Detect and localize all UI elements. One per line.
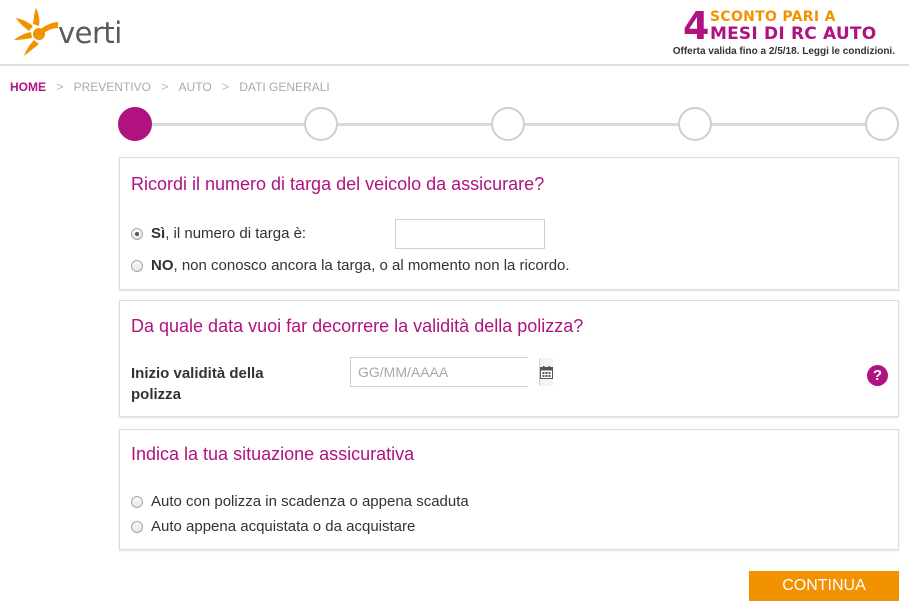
calendar-icon [540,365,553,379]
promo-note: Offerta valida fino a 2/5/18. Leggi le c… [672,46,895,57]
plate-panel: Ricordi il numero di targa del veicolo d… [119,157,899,290]
insurance-option-expiring-label: Auto con polizza in scadenza o appena sc… [151,493,469,510]
continue-button[interactable]: CONTINUA [749,571,899,601]
start-date-label: Inizio validità della polizza [131,365,264,403]
step-connector [152,123,304,126]
breadcrumb-separator: > [221,79,230,94]
logo-text: verti [58,16,122,50]
breadcrumb-dati-generali: DATI GENERALI [239,79,330,94]
verti-logo[interactable]: verti [12,4,122,60]
insurance-panel: Indica la tua situazione assicurativa Au… [119,429,899,550]
radio-expiring[interactable] [131,495,143,508]
option-no-label: NO, non conosco ancora la targa, o al mo… [151,257,570,274]
promo-line1: SCONTO PARI A [710,9,836,25]
promo-banner[interactable]: 4 SCONTO PARI A MESI DI RC AUTO Offerta … [665,4,895,60]
step-1 [118,107,152,141]
calendar-button[interactable] [539,358,553,386]
date-question-title: Da quale data vuoi far decorrere la vali… [131,316,584,336]
breadcrumb-separator: > [56,79,64,94]
plate-number-input[interactable] [395,219,545,249]
option-no-text: , non conosco ancora la targa, o al mome… [173,257,570,274]
radio-yes[interactable] [131,227,143,240]
progress-stepper [118,106,900,142]
option-yes-text: , il numero di targa è: [165,225,307,242]
step-connector [337,123,491,126]
step-4 [678,107,712,141]
step-connector [711,123,865,126]
step-5 [865,107,899,141]
promo-number: 4 [683,4,710,48]
radio-new[interactable] [131,520,143,533]
breadcrumb-preventivo: PREVENTIVO [73,79,151,94]
option-yes-label: Sì, il numero di targa è: [151,225,306,242]
step-2 [304,107,338,141]
step-3 [491,107,525,141]
radio-no[interactable] [131,259,143,272]
plate-option-no[interactable]: NO, non conosco ancora la targa, o al mo… [131,257,570,274]
insurance-option-new-label: Auto appena acquistata o da acquistare [151,518,416,535]
start-date-input[interactable] [351,358,539,386]
insurance-question-title: Indica la tua situazione assicurativa [131,444,415,464]
step-connector [524,123,678,126]
insurance-option-new[interactable]: Auto appena acquistata o da acquistare [131,518,415,535]
breadcrumb-separator: > [160,79,169,94]
date-field [350,357,553,387]
promo-line2: MESI DI RC AUTO [710,24,877,44]
breadcrumb-auto: AUTO [178,79,212,94]
plate-option-yes[interactable]: Sì, il numero di targa è: [131,225,306,242]
option-no-strong: NO [151,257,174,274]
breadcrumb: HOME > PREVENTIVO > AUTO > DATI GENERALI [10,79,330,94]
breadcrumb-home[interactable]: HOME [10,80,46,94]
header: verti 4 SCONTO PARI A MESI DI RC AUTO Of… [0,0,909,66]
insurance-option-expiring[interactable]: Auto con polizza in scadenza o appena sc… [131,493,469,510]
option-yes-strong: Sì [151,225,166,242]
date-panel: Da quale data vuoi far decorrere la vali… [119,300,899,417]
plate-question-title: Ricordi il numero di targa del veicolo d… [131,174,545,194]
help-icon[interactable]: ? [867,365,888,386]
